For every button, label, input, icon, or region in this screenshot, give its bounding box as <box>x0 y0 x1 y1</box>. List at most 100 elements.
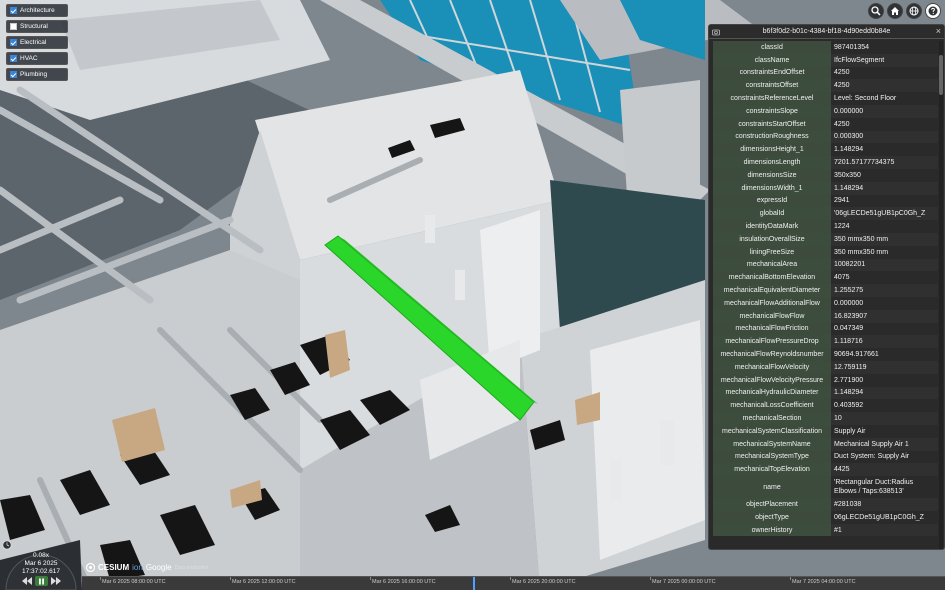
property-key: globalId <box>713 207 831 221</box>
checkbox-electrical[interactable] <box>10 39 17 46</box>
property-value: 1.148294 <box>831 143 938 157</box>
animation-date: Mar 6 2025 <box>24 560 58 567</box>
property-row: constraintsSlope 0.000000 <box>713 104 938 118</box>
property-row: dimensionsHeight_1 1.148294 <box>713 143 938 157</box>
search-button[interactable] <box>868 3 884 19</box>
timeline-cursor[interactable] <box>473 577 475 590</box>
property-value: 90694.917661 <box>831 348 938 361</box>
property-value: 0.000300 <box>831 130 938 144</box>
property-value: 7201.57177734375 <box>831 156 938 169</box>
property-row: name 'Rectangular Duct:Radius Elbows / Ta… <box>713 476 938 499</box>
property-key: mechanicalSystemName <box>713 437 831 451</box>
property-value: 4250 <box>831 79 938 93</box>
property-value: 1.148294 <box>831 181 938 195</box>
property-row: constraintsEndOffset 4250 <box>713 66 938 80</box>
property-value: Supply Air <box>831 424 938 438</box>
layer-toggle-structural[interactable]: Structural <box>6 20 68 33</box>
property-key: mechanicalFlowFriction <box>713 322 831 336</box>
property-key: expressId <box>713 194 831 208</box>
cesium-logo-icon <box>86 563 95 572</box>
property-row: objectType 06gLECDe51gUB1pC0Gh_Z <box>713 510 938 524</box>
property-row: mechanicalFlowReynoldsnumber 90694.917661 <box>713 348 938 361</box>
animation-widget: 0.08x Mar 6 2025 17:37:02.617 <box>0 538 82 590</box>
property-row: mechanicalTopElevation 4425 <box>713 463 938 477</box>
property-value: 0.000000 <box>831 296 938 310</box>
3d-viewport[interactable]: Architecture Structural Electrical HVAC … <box>0 0 945 590</box>
animation-time: 17:37:02.617 <box>22 568 60 575</box>
layer-toggle-hvac[interactable]: HVAC <box>6 52 68 65</box>
property-value: 10082201 <box>831 258 938 272</box>
layer-label: Electrical <box>20 39 47 46</box>
property-row: ownerHistory #1 <box>713 523 938 537</box>
property-row: className IfcFlowSegment <box>713 53 938 67</box>
selection-info-box: b6f3f0d2-b01c-4384-bf18-4d90edd0b84e × c… <box>708 24 945 550</box>
property-value: 06gLECDe51gUB1pC0Gh_Z <box>831 510 938 524</box>
info-scroll-thumb[interactable] <box>939 55 943 95</box>
property-row: mechanicalArea 10082201 <box>713 258 938 272</box>
close-icon[interactable]: × <box>936 26 941 36</box>
property-value: 1.255275 <box>831 284 938 297</box>
property-key: mechanicalFlowReynoldsnumber <box>713 348 831 361</box>
property-row: identityDataMark 1224 <box>713 220 938 233</box>
property-key: mechanicalFlowPressureDrop <box>713 335 831 349</box>
property-value: Level: Second Floor <box>831 92 938 105</box>
property-row: liningFreeSize 350 mmx350 mm <box>713 245 938 259</box>
property-key: mechanicalFlowVelocityPressure <box>713 373 831 387</box>
property-key: dimensionsSize <box>713 168 831 182</box>
credits-bar: CESIUM ion Google Data attribution <box>86 563 209 572</box>
property-key: mechanicalFlowFlow <box>713 309 831 323</box>
property-row: dimensionsWidth_1 1.148294 <box>713 181 938 195</box>
property-value: 4250 <box>831 117 938 131</box>
data-attribution-link[interactable]: Data attribution <box>175 565 209 571</box>
property-key: constructionRoughness <box>713 130 831 144</box>
cesium-credit[interactable]: CESIUM <box>98 563 129 572</box>
checkbox-plumbing[interactable] <box>10 71 17 78</box>
property-value: 0.047349 <box>831 322 938 336</box>
play-pause-button[interactable] <box>35 576 48 586</box>
camera-icon[interactable] <box>712 28 720 36</box>
timeline-bar[interactable]: Mar 6 2025 08:00:00 UTC Mar 6 2025 12:00… <box>82 576 945 590</box>
property-key: mechanicalEquivalentDiameter <box>713 284 831 297</box>
property-key: insulationOverallSize <box>713 232 831 246</box>
property-value: 2941 <box>831 194 938 208</box>
viewer-toolbar <box>868 3 941 19</box>
checkbox-hvac[interactable] <box>10 55 17 62</box>
property-value: IfcFlowSegment <box>831 53 938 67</box>
info-box-header: b6f3f0d2-b01c-4384-bf18-4d90edd0b84e × <box>709 25 944 39</box>
layer-toggle-plumbing[interactable]: Plumbing <box>6 68 68 81</box>
layer-label: HVAC <box>20 55 38 62</box>
properties-table-container[interactable]: classId 987401354 className IfcFlowSegment c… <box>713 41 938 543</box>
timeline-label: Mar 6 2025 20:00:00 UTC <box>512 579 576 585</box>
property-row: mechanicalFlowFlow 16.823907 <box>713 309 938 323</box>
property-value: 350 mmx350 mm <box>831 245 938 259</box>
property-key: mechanicalSystemType <box>713 450 831 464</box>
property-value: Duct System: Supply Air <box>831 450 938 464</box>
property-row: mechanicalSection 10 <box>713 412 938 425</box>
checkbox-architecture[interactable] <box>10 7 17 14</box>
property-row: mechanicalSystemType Duct System: Supply … <box>713 450 938 464</box>
checkbox-structural[interactable] <box>10 23 17 30</box>
property-key: mechanicalArea <box>713 258 831 272</box>
property-value: 4075 <box>831 271 938 285</box>
clock-icon[interactable] <box>2 540 12 550</box>
property-row: mechanicalFlowVelocityPressure 2.771900 <box>713 373 938 387</box>
fast-forward-icon[interactable] <box>51 577 61 585</box>
property-value: #281038 <box>831 498 938 511</box>
layer-toggle-architecture[interactable]: Architecture <box>6 4 68 17</box>
home-button[interactable] <box>887 3 903 19</box>
help-button[interactable] <box>925 3 941 19</box>
layer-toggle-electrical[interactable]: Electrical <box>6 36 68 49</box>
property-value: 0.403592 <box>831 399 938 413</box>
property-value: 1.118716 <box>831 335 938 349</box>
property-value: 4250 <box>831 66 938 80</box>
rewind-icon[interactable] <box>22 577 32 585</box>
property-value: 987401354 <box>831 41 938 54</box>
property-value: 2.771900 <box>831 373 938 387</box>
info-scrollbar[interactable] <box>939 41 943 549</box>
property-key: dimensionsWidth_1 <box>713 181 831 195</box>
property-key: mechanicalSystemClassification <box>713 424 831 438</box>
property-row: mechanicalFlowVelocity 12.759119 <box>713 360 938 374</box>
pause-icon <box>39 578 44 584</box>
property-key: objectPlacement <box>713 498 831 511</box>
globe-button[interactable] <box>906 3 922 19</box>
